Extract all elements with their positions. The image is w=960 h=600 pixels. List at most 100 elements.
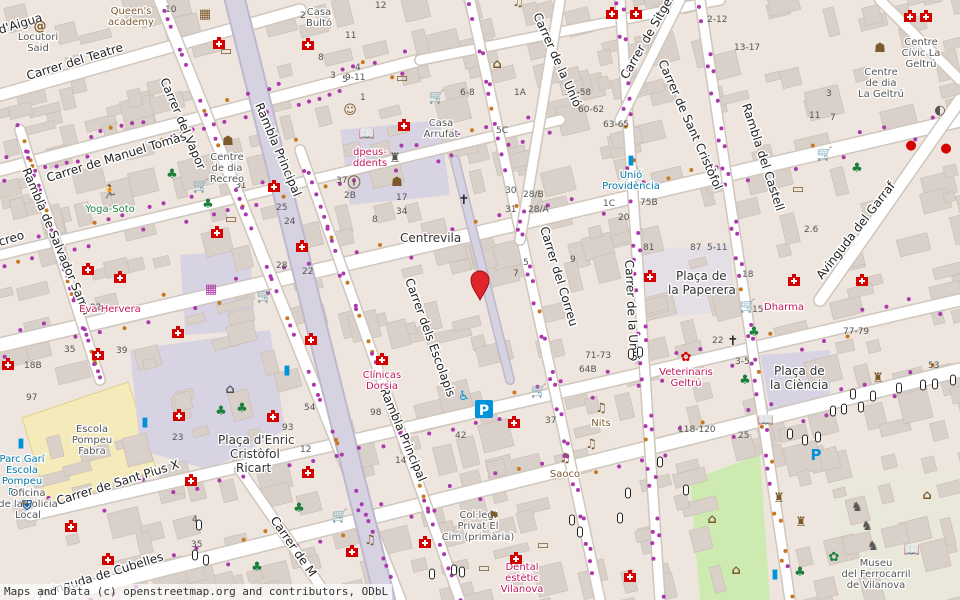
pharmacy-icon[interactable] [508, 416, 520, 428]
veterinary-icon[interactable]: ✿ [681, 350, 692, 365]
zoo-icon[interactable]: ♞ [867, 539, 879, 554]
pharmacy-icon[interactable] [606, 7, 618, 19]
place-label-locutori-said[interactable]: LocutoriSaid [17, 31, 60, 56]
map-attribution[interactable]: Maps and Data (c) openstreetmap.org and … [0, 584, 393, 600]
pharmacy-icon[interactable] [510, 552, 522, 564]
place-label-clinicas-dorsia[interactable]: ClínicasDorsia [362, 368, 403, 394]
pharmacy-icon[interactable] [302, 38, 314, 50]
pharmacy-icon[interactable] [82, 263, 94, 275]
church-icon[interactable]: ✝ [728, 334, 739, 349]
shop-icon[interactable]: 🛒 [193, 178, 209, 194]
bank-icon[interactable]: ▭ [478, 561, 490, 576]
shelter-icon[interactable]: ⌂ [225, 382, 234, 397]
library-icon[interactable]: 📖 [359, 127, 375, 142]
sports-icon[interactable]: 🏃 [102, 184, 118, 200]
bus-stop-icon[interactable]: ▮ [17, 436, 24, 451]
place-label-dental-estetic[interactable]: DentalestèticVilanova [499, 561, 544, 597]
place-label-museu[interactable]: Museudel Ferrocarrilde Vilanova [840, 557, 912, 593]
location-marker[interactable] [470, 270, 490, 302]
park-icon[interactable]: ♣ [215, 404, 227, 419]
shop-icon[interactable]: 🛒 [740, 298, 756, 314]
monument-icon[interactable]: ♜ [389, 151, 401, 166]
pharmacy-icon[interactable] [302, 466, 314, 478]
pharmacy-icon[interactable] [904, 10, 916, 22]
museum-icon[interactable]: ⌂ [707, 512, 716, 527]
pharmacy-icon[interactable] [268, 180, 280, 192]
park-icon[interactable]: ♣ [794, 565, 806, 580]
place-label-veterinaris[interactable]: VeterinarisGeltrú [658, 366, 714, 391]
bus-stop-icon[interactable]: ▮ [283, 363, 290, 378]
place-label-dharma[interactable]: Dharma [763, 301, 805, 315]
map-view[interactable]: 10 2 11 4 8 1 3 5 9-11 12 6-8 5C 1A 56-58 60-62 63-65 2-… [0, 0, 960, 600]
pharmacy-icon[interactable] [920, 10, 932, 22]
parking-icon[interactable]: P [811, 446, 822, 464]
pharmacy-icon[interactable] [173, 409, 185, 421]
place-label-casa-bulto[interactable]: CasaBultó [305, 6, 334, 31]
internet-cafe-icon[interactable]: @ [34, 19, 47, 34]
pharmacy-icon[interactable] [376, 353, 388, 365]
place-label-dpeus[interactable]: dpeus-ddents [352, 146, 389, 171]
place-label-saoco[interactable]: Saoco [549, 468, 582, 482]
bank-icon[interactable]: ▭ [396, 71, 408, 86]
hotel-icon[interactable]: ⌂ [492, 57, 501, 72]
pharmacy-icon[interactable] [2, 358, 14, 370]
pharmacy-icon[interactable] [92, 348, 104, 360]
information-icon[interactable]: ⓘ [347, 175, 360, 191]
pharmacy-icon[interactable] [185, 474, 197, 486]
sports-icon[interactable]: ♣ [293, 501, 305, 516]
bank-icon[interactable]: ▭ [220, 44, 232, 59]
place-label-yoga-soto[interactable]: Yoga-Soto [83, 203, 136, 217]
community-centre-icon[interactable]: ☗ [222, 134, 234, 149]
community-centre-icon[interactable]: ☗ [874, 41, 886, 56]
library-icon[interactable]: 📖 [758, 413, 774, 428]
place-label-centre-dia-recreo[interactable]: Centrede diaRecreo [209, 151, 246, 187]
church-icon[interactable]: ✝ [459, 193, 470, 208]
accessible-icon[interactable]: ♿ [458, 389, 470, 404]
library-icon[interactable]: 📖 [904, 543, 920, 558]
pharmacy-icon[interactable] [624, 570, 636, 582]
pharmacy-icon[interactable] [65, 520, 77, 532]
place-label-centre-civic[interactable]: CentreCívic LaGeltrú [900, 36, 941, 72]
pharmacy-icon[interactable] [102, 553, 114, 565]
bank-icon[interactable]: ▭ [225, 212, 237, 227]
museum-icon[interactable]: ⌂ [922, 488, 931, 503]
music-venue-icon[interactable]: ♫ [595, 401, 607, 416]
bus-stop-icon[interactable]: ▮ [771, 567, 778, 582]
zoo-icon[interactable]: ♞ [851, 500, 863, 515]
police-icon[interactable]: ⛨ [21, 499, 32, 514]
place-label-col-legi[interactable]: Col·legiPrivat ElCim (primària) [440, 509, 515, 545]
pharmacy-icon[interactable] [172, 326, 184, 338]
place-label-eva-hervera[interactable]: Eva Hervera [78, 303, 142, 317]
bank-icon[interactable]: ▭ [537, 538, 549, 553]
sports-icon[interactable]: ♣ [251, 560, 263, 575]
sports-icon[interactable]: ♣ [739, 373, 751, 388]
school-icon[interactable]: ⚑ [488, 509, 500, 524]
pharmacy-icon[interactable] [305, 333, 317, 345]
park-icon[interactable]: ♣ [851, 161, 863, 176]
place-label-nits[interactable]: Nits [590, 417, 612, 431]
bus-stop-icon[interactable]: ▮ [627, 153, 634, 168]
shop-icon[interactable]: 🛒 [817, 146, 833, 162]
community-centre-icon[interactable]: ☗ [391, 175, 403, 190]
place-label-escola-pompeu[interactable]: EscolaPompeuFabra [71, 423, 114, 459]
music-venue-icon[interactable]: ♫ [364, 533, 376, 548]
bus-stop-icon[interactable]: ▮ [141, 415, 148, 430]
pharmacy-icon[interactable] [630, 7, 642, 19]
pharmacy-icon[interactable] [296, 240, 308, 252]
zoo-icon[interactable]: ♞ [861, 519, 873, 534]
place-label-centre-dia-geltru[interactable]: Centrede diaLa Geltrú [857, 66, 905, 102]
theatre-icon[interactable]: ☺ [343, 103, 357, 118]
place-label-queens-academy[interactable]: Queen'sacademy [107, 5, 155, 30]
park-icon[interactable]: ♣ [236, 401, 248, 416]
pharmacy-icon[interactable] [419, 536, 431, 548]
tourism-icon[interactable]: ● [940, 141, 951, 156]
parking-icon[interactable]: P [475, 400, 493, 419]
pharmacy-icon[interactable] [346, 545, 358, 557]
music-venue-icon[interactable]: ♫ [559, 451, 571, 466]
viewpoint-icon[interactable]: ◐ [934, 103, 945, 118]
place-label-unio-providencia[interactable]: UnióProvidència [601, 168, 661, 194]
pharmacy-icon[interactable] [398, 119, 410, 131]
pharmacy-icon[interactable] [856, 274, 868, 286]
pharmacy-icon[interactable] [788, 274, 800, 286]
music-venue-icon[interactable]: ♫ [512, 0, 524, 10]
